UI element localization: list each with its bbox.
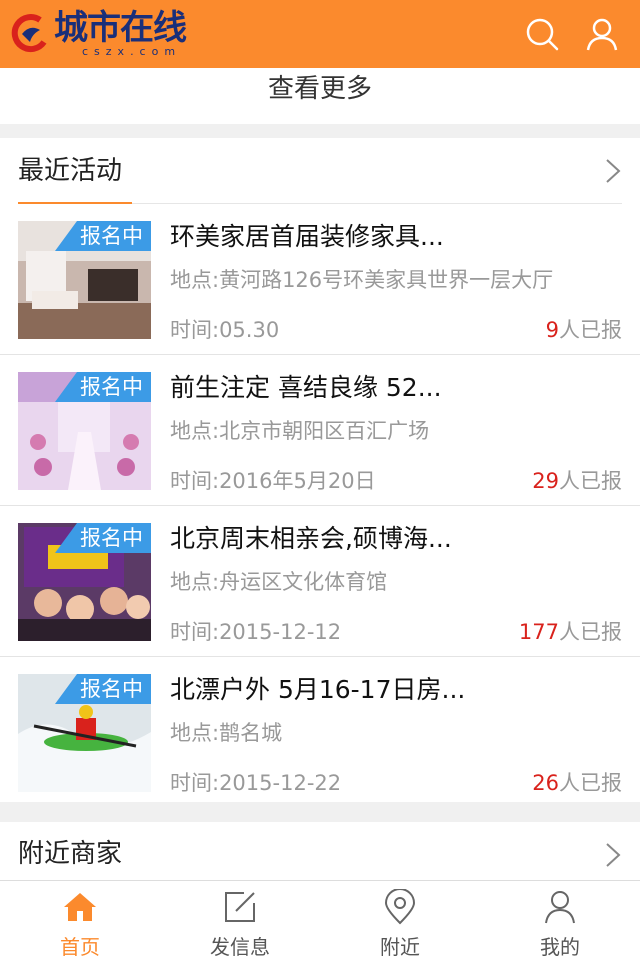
activity-time: 时间:2015-12-22 bbox=[170, 771, 342, 795]
activity-item[interactable]: 报名中 北京周末相亲会,硕博海... 地点:舟运区文化体育馆 时间:2015-1… bbox=[0, 506, 640, 657]
signup-count-suffix: 人已报 bbox=[559, 771, 622, 795]
signup-count: 9人已报 bbox=[546, 316, 622, 344]
signup-count-number: 177 bbox=[518, 620, 559, 644]
activity-time: 时间:2015-12-12 bbox=[170, 620, 342, 644]
activity-title: 环美家居首届装修家具... bbox=[170, 222, 444, 251]
activity-title: 北京周末相亲会,硕博海... bbox=[170, 524, 452, 553]
app-header: 城市在线 cszx.com bbox=[0, 0, 640, 68]
tab-mine[interactable]: 我的 bbox=[480, 881, 640, 961]
section-header[interactable]: 最近活动 bbox=[0, 138, 640, 204]
tab-nearby[interactable]: 附近 bbox=[320, 881, 480, 961]
signup-count: 177人已报 bbox=[519, 618, 622, 646]
signup-count-number: 29 bbox=[532, 469, 559, 493]
signup-count-suffix: 人已报 bbox=[559, 318, 622, 342]
tab-label: 附近 bbox=[380, 935, 420, 959]
section-title: 最近活动 bbox=[18, 156, 123, 186]
tab-label: 发信息 bbox=[210, 935, 270, 959]
logo-subtitle: cszx.com bbox=[82, 45, 182, 58]
section-title: 附近商家 bbox=[18, 839, 123, 869]
activity-location: 地点:鹊名城 bbox=[170, 721, 283, 745]
home-icon bbox=[64, 893, 96, 921]
logo[interactable]: 城市在线 cszx.com bbox=[10, 8, 187, 60]
activity-item[interactable]: 报名中 环美家居首届装修家具... 地点:黄河路126号环美家具世界一层大厅 时… bbox=[0, 204, 640, 355]
signup-count-number: 9 bbox=[545, 318, 559, 342]
activity-list: 报名中 环美家居首届装修家具... 地点:黄河路126号环美家具世界一层大厅 时… bbox=[0, 204, 640, 807]
edit-icon bbox=[225, 892, 255, 922]
user-icon bbox=[545, 891, 575, 924]
activity-thumbnail: 报名中 bbox=[18, 674, 151, 792]
bottom-tab-bar: 首页 发信息 附近 我的 bbox=[0, 880, 640, 961]
search-icon[interactable] bbox=[524, 16, 560, 52]
tab-label: 首页 bbox=[60, 935, 100, 959]
see-more-link[interactable]: 查看更多 bbox=[0, 68, 640, 124]
chevron-right-icon[interactable] bbox=[602, 842, 624, 868]
chevron-right-icon[interactable] bbox=[602, 158, 624, 184]
logo-title: 城市在线 bbox=[54, 8, 187, 48]
activity-location: 地点:北京市朝阳区百汇广场 bbox=[170, 419, 430, 443]
location-pin-icon bbox=[384, 889, 416, 925]
signup-count-number: 26 bbox=[532, 771, 559, 795]
section-header[interactable]: 附近商家 bbox=[0, 822, 640, 880]
tab-label: 我的 bbox=[540, 935, 580, 959]
activity-item[interactable]: 报名中 北漂户外 5月16-17日房... 地点:鹊名城 时间:2015-12-… bbox=[0, 657, 640, 807]
nearby-merchants-section: 附近商家 bbox=[0, 822, 640, 880]
activity-title: 前生注定 喜结良缘 52... bbox=[170, 373, 442, 402]
activity-thumbnail: 报名中 bbox=[18, 372, 151, 490]
activity-thumbnail: 报名中 bbox=[18, 523, 151, 641]
activity-thumbnail: 报名中 bbox=[18, 221, 151, 339]
recent-activities-section: 最近活动 报名中 环美家居首届装修家具... 地点:黄河路126号环美家具世界一… bbox=[0, 138, 640, 802]
activity-location: 地点:舟运区文化体育馆 bbox=[170, 570, 388, 594]
activity-item[interactable]: 报名中 前生注定 喜结良缘 52... 地点:北京市朝阳区百汇广场 时间:201… bbox=[0, 355, 640, 506]
tab-post-message[interactable]: 发信息 bbox=[160, 881, 320, 961]
signup-count: 29人已报 bbox=[532, 467, 622, 495]
activity-time: 时间:2016年5月20日 bbox=[170, 469, 376, 493]
signup-count: 26人已报 bbox=[532, 769, 622, 797]
user-icon[interactable] bbox=[584, 16, 620, 52]
signup-count-suffix: 人已报 bbox=[559, 620, 622, 644]
signup-count-suffix: 人已报 bbox=[559, 469, 622, 493]
activity-title: 北漂户外 5月16-17日房... bbox=[170, 675, 466, 704]
activity-location: 地点:黄河路126号环美家具世界一层大厅 bbox=[170, 268, 554, 292]
activity-time: 时间:05.30 bbox=[170, 318, 280, 342]
logo-mark-icon bbox=[11, 14, 47, 53]
tab-home[interactable]: 首页 bbox=[0, 881, 160, 961]
